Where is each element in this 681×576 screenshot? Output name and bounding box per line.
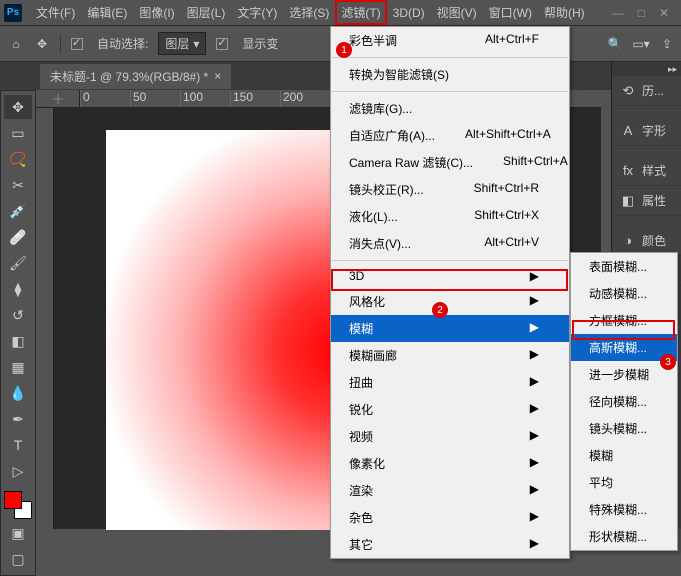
- brush-tool[interactable]: 🖌: [4, 251, 32, 275]
- filter-menu-item[interactable]: 扭曲▶: [331, 369, 569, 396]
- eraser-tool[interactable]: ◧: [4, 329, 32, 353]
- properties-icon: ◧: [620, 193, 636, 209]
- panel-history[interactable]: ⟲历...: [612, 76, 681, 106]
- share-icon[interactable]: ⇪: [659, 36, 675, 52]
- menu-help[interactable]: 帮助(H): [538, 0, 591, 25]
- blur-submenu: 表面模糊...动感模糊...方框模糊...高斯模糊...进一步模糊径向模糊...…: [570, 252, 678, 551]
- filter-menu-item[interactable]: 滤镜库(G)...: [331, 95, 569, 122]
- close-tab-icon[interactable]: ×: [214, 69, 221, 83]
- blur-menu-item[interactable]: 径向模糊...: [571, 388, 677, 415]
- annotation-badge-2: 2: [432, 302, 448, 318]
- filter-menu-item[interactable]: 风格化▶: [331, 288, 569, 315]
- menu-filter[interactable]: 滤镜(T): [335, 0, 386, 25]
- document-canvas[interactable]: [106, 130, 366, 530]
- filter-menu-item[interactable]: 模糊▶: [331, 315, 569, 342]
- blur-menu-item[interactable]: 形状模糊...: [571, 523, 677, 550]
- maximize-button[interactable]: □: [638, 6, 645, 20]
- foreground-color[interactable]: [4, 491, 22, 509]
- menu-3d[interactable]: 3D(D): [387, 2, 431, 24]
- annotation-badge-3: 3: [660, 354, 676, 370]
- path-tool[interactable]: ▷: [4, 459, 32, 483]
- ruler-origin[interactable]: [36, 90, 80, 108]
- eyedropper-tool[interactable]: 💉: [4, 199, 32, 223]
- history-icon: ⟲: [620, 83, 636, 99]
- filter-menu-item[interactable]: 转换为智能滤镜(S): [331, 61, 569, 88]
- filter-menu: 彩色半调Alt+Ctrl+F 转换为智能滤镜(S) 滤镜库(G)...自适应广角(A…: [330, 26, 570, 559]
- type-tool[interactable]: T: [4, 433, 32, 457]
- blur-menu-item[interactable]: 特殊模糊...: [571, 496, 677, 523]
- panel-properties[interactable]: ◧属性: [612, 186, 681, 216]
- blur-tool[interactable]: 💧: [4, 381, 32, 405]
- filter-menu-item[interactable]: 锐化▶: [331, 396, 569, 423]
- home-icon[interactable]: ⌂: [8, 36, 24, 52]
- blur-menu-item[interactable]: 动感模糊...: [571, 280, 677, 307]
- panel-collapse[interactable]: ▸▸: [612, 62, 681, 76]
- move-tool-icon[interactable]: ✥: [34, 36, 50, 52]
- auto-select-label: 自动选择:: [97, 35, 148, 52]
- close-button[interactable]: ✕: [659, 6, 669, 20]
- document-tab-title: 未标题-1 @ 79.3%(RGB/8#) *: [50, 68, 208, 85]
- ps-logo: Ps: [4, 4, 22, 22]
- menu-window[interactable]: 窗口(W): [483, 0, 538, 25]
- auto-select-dropdown[interactable]: 图层▾: [158, 32, 206, 55]
- top-right-controls: 🔍 ▭▾ ⇪: [607, 36, 675, 52]
- filter-menu-item[interactable]: 模糊画廊▶: [331, 342, 569, 369]
- blur-menu-item[interactable]: 表面模糊...: [571, 253, 677, 280]
- auto-select-checkbox[interactable]: [71, 38, 83, 50]
- lasso-tool[interactable]: 📿: [4, 147, 32, 171]
- filter-menu-item[interactable]: 像素化▶: [331, 450, 569, 477]
- filter-menu-item[interactable]: 3D▶: [331, 264, 569, 288]
- color-swatch[interactable]: [4, 491, 32, 519]
- quick-mask-tool[interactable]: ▣: [4, 521, 32, 545]
- gradient-tool[interactable]: ▦: [4, 355, 32, 379]
- crop-tool[interactable]: ✂: [4, 173, 32, 197]
- document-tab[interactable]: 未标题-1 @ 79.3%(RGB/8#) * ×: [40, 64, 231, 89]
- minimize-button[interactable]: —: [612, 6, 624, 20]
- color-icon: ◑: [620, 233, 636, 249]
- filter-menu-item[interactable]: 彩色半调Alt+Ctrl+F: [331, 27, 569, 54]
- show-transform-checkbox[interactable]: [216, 38, 228, 50]
- stamp-tool[interactable]: ⧫: [4, 277, 32, 301]
- menu-file[interactable]: 文件(F): [30, 0, 81, 25]
- panel-glyphs[interactable]: A字形: [612, 116, 681, 146]
- blur-menu-item[interactable]: 方框模糊...: [571, 307, 677, 334]
- filter-menu-item[interactable]: 自适应广角(A)...Alt+Shift+Ctrl+A: [331, 122, 569, 149]
- window-controls: — □ ✕: [612, 6, 677, 20]
- separator: [60, 34, 61, 54]
- filter-menu-item[interactable]: 消失点(V)...Alt+Ctrl+V: [331, 230, 569, 257]
- screen-mode-tool[interactable]: ▢: [4, 547, 32, 571]
- search-icon[interactable]: 🔍: [607, 36, 623, 52]
- menu-select[interactable]: 选择(S): [283, 0, 335, 25]
- healing-tool[interactable]: 🩹: [4, 225, 32, 249]
- blur-menu-item[interactable]: 镜头模糊...: [571, 415, 677, 442]
- canvas-content: [106, 130, 366, 530]
- menu-layer[interactable]: 图层(L): [181, 0, 232, 25]
- menu-view[interactable]: 视图(V): [431, 0, 483, 25]
- blur-menu-item[interactable]: 模糊: [571, 442, 677, 469]
- fx-icon: fx: [620, 163, 636, 179]
- filter-menu-item[interactable]: 渲染▶: [331, 477, 569, 504]
- filter-menu-item[interactable]: Camera Raw 滤镜(C)...Shift+Ctrl+A: [331, 149, 569, 176]
- filter-menu-item[interactable]: 视频▶: [331, 423, 569, 450]
- panel-styles[interactable]: fx样式: [612, 156, 681, 186]
- filter-menu-item[interactable]: 杂色▶: [331, 504, 569, 531]
- menu-edit[interactable]: 编辑(E): [81, 0, 133, 25]
- blur-menu-item[interactable]: 平均: [571, 469, 677, 496]
- filter-menu-item[interactable]: 镜头校正(R)...Shift+Ctrl+R: [331, 176, 569, 203]
- filter-menu-item[interactable]: 其它▶: [331, 531, 569, 558]
- glyph-icon: A: [620, 123, 636, 139]
- marquee-tool[interactable]: ▭: [4, 121, 32, 145]
- filter-menu-item[interactable]: 液化(L)...Shift+Ctrl+X: [331, 203, 569, 230]
- pen-tool[interactable]: ✒: [4, 407, 32, 431]
- show-transform-label: 显示变: [242, 35, 278, 52]
- workspace-icon[interactable]: ▭▾: [633, 36, 649, 52]
- ruler-vertical[interactable]: [36, 108, 54, 529]
- menu-type[interactable]: 文字(Y): [231, 0, 283, 25]
- toolbox: ✥ ▭ 📿 ✂ 💉 🩹 🖌 ⧫ ↺ ◧ ▦ 💧 ✒ T ▷ ▣ ▢: [0, 90, 36, 576]
- menubar: Ps 文件(F) 编辑(E) 图像(I) 图层(L) 文字(Y) 选择(S) 滤…: [0, 0, 681, 26]
- move-tool[interactable]: ✥: [4, 95, 32, 119]
- history-brush-tool[interactable]: ↺: [4, 303, 32, 327]
- annotation-badge-1: 1: [336, 42, 352, 58]
- menu-image[interactable]: 图像(I): [133, 0, 180, 25]
